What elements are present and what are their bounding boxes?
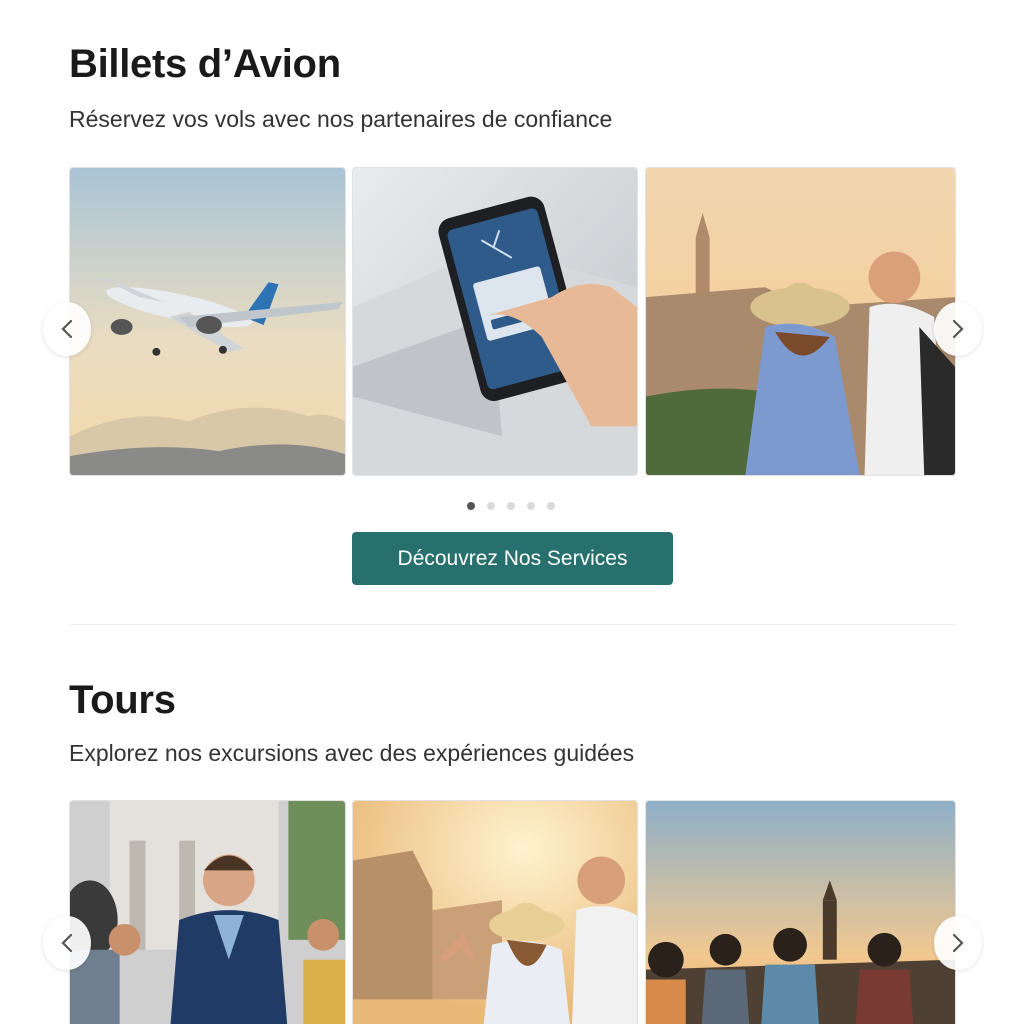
flights-title: Billets d’Avion [69,42,341,86]
pagination-dot[interactable] [467,502,475,510]
tours-prev-button[interactable] [43,916,91,970]
chevron-right-icon [952,933,964,953]
flights-prev-button[interactable] [43,302,91,356]
flights-pagination-dots [467,502,555,510]
pagination-dot[interactable] [527,502,535,510]
flights-slide-phone[interactable] [352,167,638,476]
tours-next-button[interactable] [934,916,982,970]
tours-slide-colosseum[interactable] [352,800,638,1024]
tours-carousel [43,800,982,1024]
tours-slide-guide[interactable] [69,800,346,1024]
flights-slide-airplane[interactable] [69,167,346,476]
flights-subtitle: Réservez vos vols avec nos partenaires d… [69,106,613,132]
flights-slide-travelers[interactable] [645,167,956,476]
discover-services-button[interactable]: Découvrez Nos Services [352,532,673,585]
chevron-left-icon [61,933,73,953]
chevron-left-icon [61,319,73,339]
section-divider [69,624,956,625]
tours-title: Tours [69,678,176,722]
tours-slide-sunset-group[interactable] [645,800,956,1024]
tours-subtitle: Explorez nos excursions avec des expérie… [69,740,635,766]
pagination-dot[interactable] [507,502,515,510]
flights-carousel [43,167,982,476]
pagination-dot[interactable] [547,502,555,510]
pagination-dot[interactable] [487,502,495,510]
flights-next-button[interactable] [934,302,982,356]
chevron-right-icon [952,319,964,339]
